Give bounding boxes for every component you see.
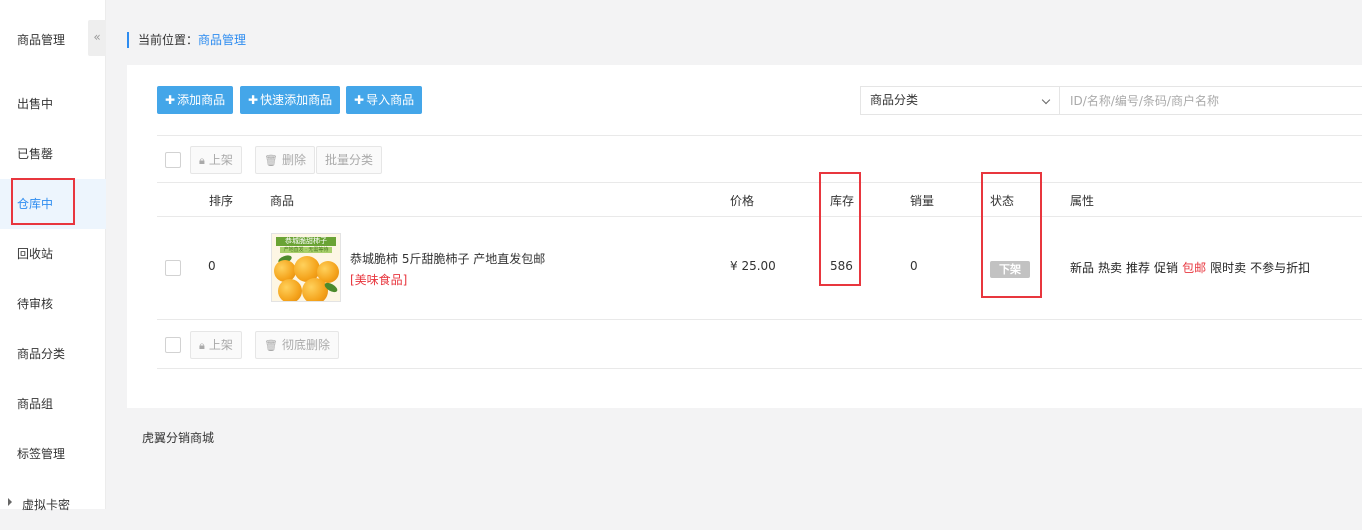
delete-label: 删除 xyxy=(281,153,306,167)
attribute-tag-free-shipping[interactable]: 包邮 xyxy=(1182,261,1206,275)
header-status: 状态 xyxy=(990,194,1015,208)
sidebar-item-product-category[interactable]: 商品分类 xyxy=(0,329,106,379)
attribute-tag[interactable]: 限时卖 xyxy=(1210,261,1246,275)
product-thumbnail[interactable]: 恭城脆甜柿子 产地直发 · 无需等待 xyxy=(271,233,341,302)
attribute-tag[interactable]: 推荐 xyxy=(1126,261,1150,275)
sidebar-item-warehouse[interactable]: 仓库中 xyxy=(0,179,106,229)
header-stock: 库存 xyxy=(830,194,855,208)
thumb-banner: 恭城脆甜柿子 xyxy=(276,237,336,246)
on-shelf-label: 上架 xyxy=(208,338,233,352)
permanent-delete-button[interactable]: 🗑︎ 彻底删除 xyxy=(255,331,339,359)
import-product-button[interactable]: ✚ 导入商品 xyxy=(346,86,423,114)
header-sales: 销量 xyxy=(910,194,935,208)
add-product-button[interactable]: ✚ 添加商品 xyxy=(157,86,234,114)
footer-brand: 虎翼分销商城 xyxy=(142,431,215,445)
sidebar-item-recycle-bin[interactable]: 回收站 xyxy=(0,229,106,279)
sidebar-title: 商品管理 xyxy=(17,33,66,47)
attribute-tag[interactable]: 促销 xyxy=(1154,261,1178,275)
search-input[interactable] xyxy=(1059,86,1362,115)
category-select-value: 商品分类 xyxy=(870,93,919,107)
row-price: ¥ 25.00 xyxy=(730,259,776,273)
orange-shape xyxy=(278,279,302,301)
add-product-label: 添加商品 xyxy=(177,93,226,107)
plus-icon: ✚ xyxy=(354,93,365,107)
plus-icon: ✚ xyxy=(248,93,259,107)
plus-icon: ✚ xyxy=(165,93,176,107)
sidebar-item-tag-management[interactable]: 标签管理 xyxy=(0,429,106,479)
divider xyxy=(157,135,1362,136)
attribute-tag[interactable]: 不参与折扣 xyxy=(1250,261,1310,275)
orange-shape xyxy=(302,278,328,301)
select-all-checkbox[interactable] xyxy=(165,152,181,168)
chevron-down-icon xyxy=(1041,95,1051,105)
sidebar: 商品管理 « 出售中 已售罄 仓库中 回收站 待审核 商品分类 商品组 标签管理… xyxy=(0,0,106,512)
sidebar-item-pending-review[interactable]: 待审核 xyxy=(0,279,106,329)
sidebar-item-virtual-card[interactable]: 虚拟卡密 xyxy=(0,480,106,530)
breadcrumb-prefix: 当前位置： xyxy=(138,33,199,47)
header-sort: 排序 xyxy=(209,194,234,208)
divider xyxy=(157,368,1362,369)
divider xyxy=(157,216,1362,217)
collapse-sidebar-icon[interactable]: « xyxy=(88,20,106,56)
row-stock: 586 xyxy=(830,259,853,273)
divider xyxy=(157,182,1362,183)
on-shelf-button[interactable]: 🔒︎ 上架 xyxy=(190,146,242,174)
batch-category-button[interactable]: 批量分类 xyxy=(316,146,383,174)
status-badge[interactable]: 下架 xyxy=(990,261,1030,278)
sidebar-item-on-sale[interactable]: 出售中 xyxy=(0,79,106,129)
select-all-checkbox-bottom[interactable] xyxy=(165,337,181,353)
row-sales: 0 xyxy=(910,259,918,273)
trash-icon: 🗑︎ xyxy=(264,154,278,167)
header-price: 价格 xyxy=(730,194,755,208)
main-panel: ✚添加商品 ✚快速添加商品 ✚导入商品 商品分类 🔒︎上架 🗑︎删除 批量分类 … xyxy=(127,65,1362,408)
attribute-tag[interactable]: 新品 xyxy=(1070,261,1094,275)
lock-icon: 🔒︎ xyxy=(199,339,205,352)
divider xyxy=(157,319,1362,320)
attribute-list: 新品 热卖 推荐 促销 包邮 限时卖 不参与折扣 xyxy=(1070,259,1314,276)
row-checkbox[interactable] xyxy=(165,260,181,276)
import-product-label: 导入商品 xyxy=(366,93,415,107)
lock-icon: 🔒︎ xyxy=(199,154,205,167)
attribute-tag[interactable]: 热卖 xyxy=(1098,261,1122,275)
quick-add-product-button[interactable]: ✚ 快速添加商品 xyxy=(240,86,341,114)
quick-add-product-label: 快速添加商品 xyxy=(260,93,333,107)
header-attributes: 属性 xyxy=(1070,194,1095,208)
batch-category-label: 批量分类 xyxy=(325,153,374,167)
sidebar-item-product-group[interactable]: 商品组 xyxy=(0,379,106,429)
on-shelf-button-bottom[interactable]: 🔒︎ 上架 xyxy=(190,331,242,359)
row-sort: 0 xyxy=(208,259,216,273)
product-category: [美味食品] xyxy=(350,273,408,287)
thumb-sub: 产地直发 · 无需等待 xyxy=(280,247,332,253)
permanent-delete-label: 彻底删除 xyxy=(281,338,330,352)
on-shelf-label: 上架 xyxy=(208,153,233,167)
trash-icon: 🗑︎ xyxy=(264,339,278,352)
product-name-link[interactable]: 恭城脆柿 5斤甜脆柿子 产地直发包邮 xyxy=(350,250,545,267)
sidebar-item-sold-out[interactable]: 已售罄 xyxy=(0,129,106,179)
breadcrumb: 当前位置：商品管理 xyxy=(127,32,246,48)
delete-button[interactable]: 🗑︎ 删除 xyxy=(255,146,315,174)
header-product: 商品 xyxy=(270,194,295,208)
category-select[interactable]: 商品分类 xyxy=(860,86,1060,115)
breadcrumb-current[interactable]: 商品管理 xyxy=(198,33,246,47)
